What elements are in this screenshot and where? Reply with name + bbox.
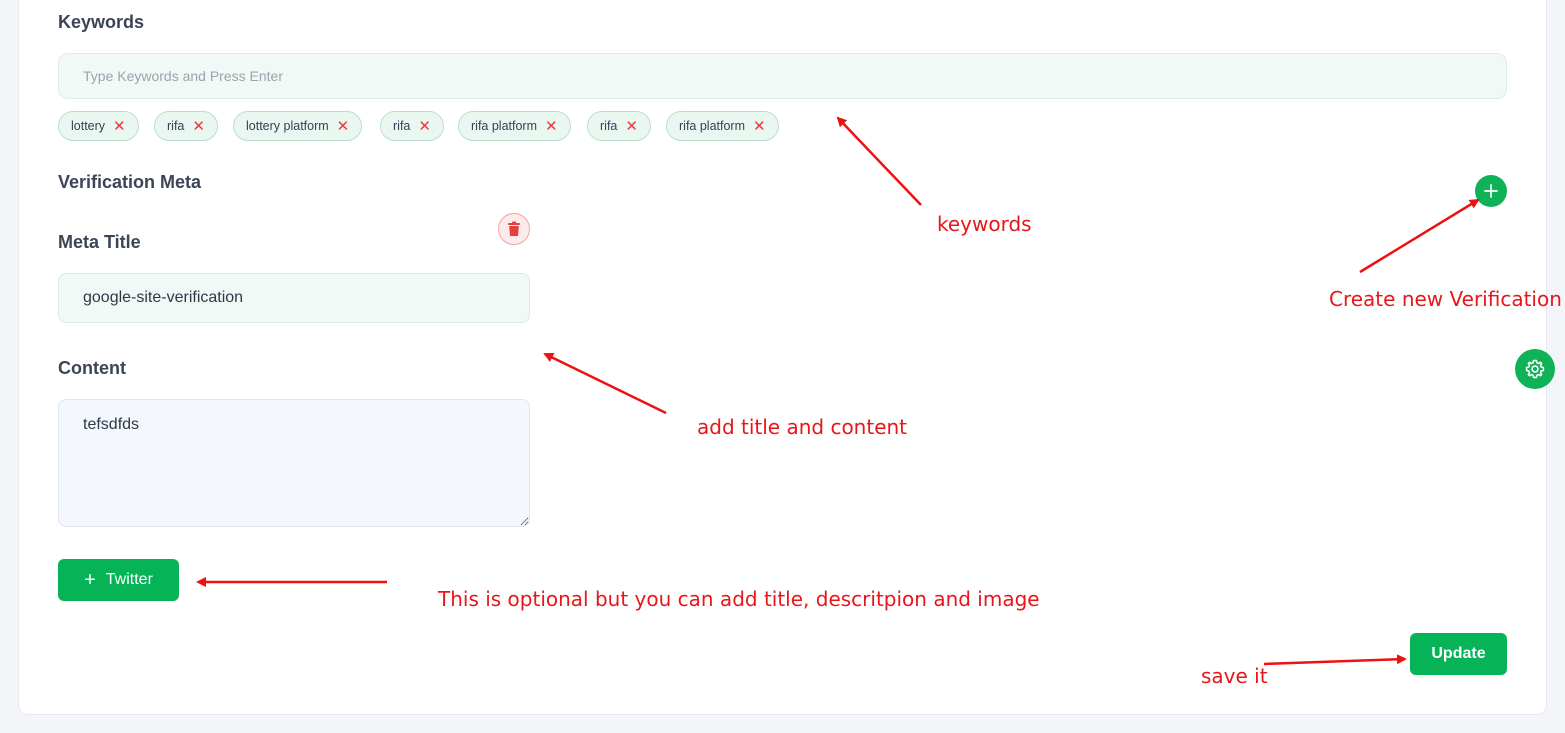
save-annotation: save it [1201, 664, 1268, 688]
annotation-arrows [196, 116, 1480, 666]
keywords-arrow [836, 116, 922, 206]
create-verification-annotation: Create new Verification [1329, 287, 1562, 311]
create-verification-arrow [1359, 198, 1480, 274]
save-arrow [1263, 654, 1407, 666]
title-content-arrow [543, 352, 667, 415]
optional-annotation: This is optional but you can add title, … [438, 587, 1040, 611]
keywords-annotation: keywords [937, 212, 1032, 236]
title-content-annotation: add title and content [697, 415, 908, 439]
